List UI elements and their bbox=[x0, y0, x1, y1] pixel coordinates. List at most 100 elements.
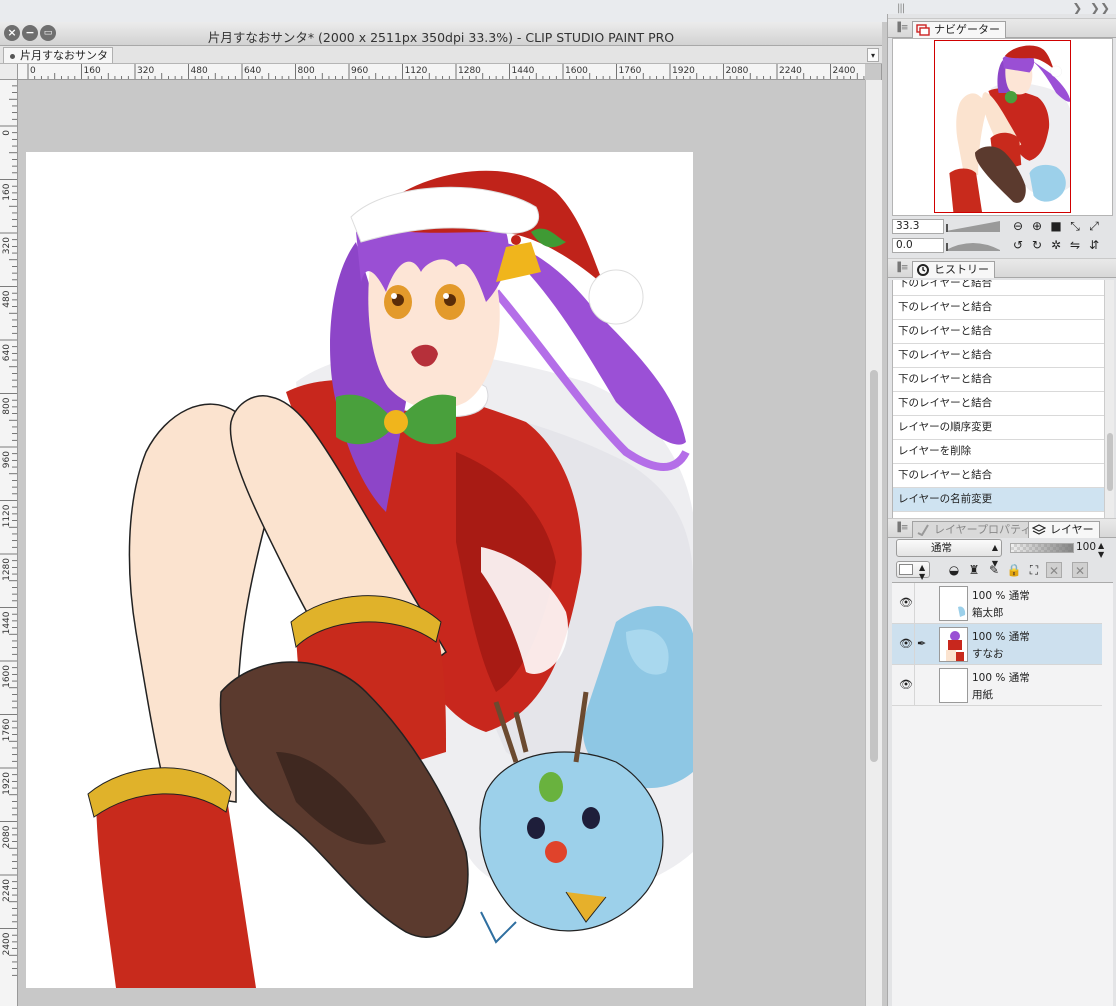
history-scrollbar[interactable] bbox=[1104, 280, 1114, 518]
opacity-slider[interactable] bbox=[1010, 543, 1074, 553]
ruler-label: 1760 bbox=[619, 66, 642, 76]
tab-layer-property-label: レイヤープロパティ bbox=[934, 523, 1032, 536]
tab-layer-label: レイヤー bbox=[1050, 523, 1094, 536]
history-item[interactable]: レイヤーを削除 bbox=[893, 440, 1104, 464]
document-tab[interactable]: 片月すなおサンタ* bbox=[3, 47, 113, 77]
layer-row[interactable]: 👁 100 % 通常 箱太郎 bbox=[892, 583, 1102, 624]
opacity-value[interactable]: 100 bbox=[1076, 541, 1096, 553]
zoom-out-icon[interactable]: ⊖ bbox=[1010, 218, 1026, 234]
zoom-in-icon[interactable]: ⊕ bbox=[1029, 218, 1045, 234]
history-icon bbox=[917, 264, 929, 276]
tab-navigator[interactable]: ナビゲーター bbox=[912, 21, 1006, 38]
clip-to-layer-icon[interactable]: ◒ bbox=[946, 562, 962, 578]
panel-menu-icon[interactable]: ▐≡ bbox=[894, 23, 908, 33]
panel-grip[interactable]: ||| bbox=[897, 3, 905, 14]
ruler-label: 2400 bbox=[2, 932, 12, 955]
history-scroll-thumb[interactable] bbox=[1107, 433, 1113, 491]
blend-mode-value: 通常 bbox=[931, 542, 952, 554]
navigator-tab-row: ▐≡ ナビゲーター bbox=[888, 18, 1116, 38]
tab-history[interactable]: ヒストリー bbox=[912, 261, 995, 278]
canvas-scroll-thumb[interactable] bbox=[870, 370, 878, 762]
reference-layer-icon[interactable]: ♜ bbox=[966, 562, 982, 578]
history-item[interactable]: レイヤーの名前変更 bbox=[893, 488, 1104, 512]
fit-width-icon[interactable]: ⤢ bbox=[1086, 218, 1102, 234]
ruler-label: 640 bbox=[244, 66, 261, 76]
ruler-corner bbox=[0, 64, 18, 80]
flip-horizontal-icon[interactable]: ⇋ bbox=[1067, 237, 1083, 253]
canvas-paper[interactable] bbox=[26, 152, 693, 988]
ruler-label: 1120 bbox=[405, 66, 428, 76]
history-item[interactable]: 下のレイヤーと結合 bbox=[893, 296, 1104, 320]
history-item[interactable]: 下のレイヤーと結合 bbox=[893, 392, 1104, 416]
layer-mode: 100 % 通常 bbox=[972, 672, 1030, 684]
layer-stack-icon bbox=[1032, 524, 1046, 535]
ruler-label: 1600 bbox=[565, 66, 588, 76]
ruler-label: 640 bbox=[2, 344, 12, 361]
layer-color-select[interactable]: ▲ ▼ bbox=[896, 561, 930, 581]
ruler-label: 480 bbox=[2, 290, 12, 307]
ruler-label: 1440 bbox=[512, 66, 535, 76]
history-item[interactable]: 下のレイヤーと結合 bbox=[893, 368, 1104, 392]
layer-name[interactable]: 用紙 bbox=[972, 687, 993, 702]
rotate-right-icon[interactable]: ↻ bbox=[1029, 237, 1045, 253]
lock-layer-icon[interactable]: 🔒 bbox=[1006, 562, 1022, 578]
layer-name[interactable]: すなお bbox=[972, 646, 1004, 661]
ruler-label: 480 bbox=[191, 66, 208, 76]
flip-vertical-icon[interactable]: ⇵ bbox=[1086, 237, 1102, 253]
horizontal-ruler: 0 160 320 480 640 800 960 1120 1280 1440 1600 1760 1… bbox=[18, 64, 865, 80]
layer-blend-row: 通常 ▲ ▼ 100 ▲ ▼ bbox=[892, 539, 1113, 568]
zoom-slider[interactable] bbox=[946, 221, 1000, 232]
fit-window-icon[interactable]: ⤡ bbox=[1067, 218, 1083, 234]
tab-layer-property[interactable]: レイヤープロパティ bbox=[912, 521, 1038, 538]
eye-icon[interactable]: 👁 bbox=[899, 596, 913, 609]
navigator-preview[interactable] bbox=[892, 38, 1113, 216]
layer-row-divider bbox=[914, 665, 915, 706]
opacity-stepper[interactable]: ▲ ▼ bbox=[1098, 541, 1104, 559]
right-panel: ▐≡ ナビゲーター 33.3 ⊖ ⊕ ■ ⤡ ⤢ 0.0 ↺ ↻ ✲ ⇋ ⇵ ▐… bbox=[887, 14, 1116, 1006]
tab-layer[interactable]: レイヤー bbox=[1028, 521, 1100, 538]
history-item[interactable]: 下のレイヤーと結合 bbox=[893, 280, 1104, 296]
document-tab-bar: 片月すなおサンタ* ▾ bbox=[0, 46, 882, 77]
ruler-label: 2240 bbox=[779, 66, 802, 76]
ruler-label: 960 bbox=[2, 451, 12, 468]
eye-icon[interactable]: 👁 bbox=[899, 637, 913, 650]
layer-tool-row: ▲ ▼ ◒ ♜ ✎ 🔒 ⛶ ✕ ✕ bbox=[892, 559, 1113, 581]
history-list: 下のレイヤーと結合 下のレイヤーと結合 下のレイヤーと結合 下のレイヤーと結合 下のレイ… bbox=[892, 280, 1104, 518]
canvas-vertical-scrollbar[interactable] bbox=[865, 80, 882, 1006]
ruler-label: 160 bbox=[2, 183, 12, 200]
rotation-input[interactable]: 0.0 bbox=[892, 238, 944, 253]
actual-size-icon[interactable]: ■ bbox=[1048, 218, 1064, 234]
history-item[interactable]: 下のレイヤーと結合 bbox=[893, 320, 1104, 344]
show-mask-area-icon[interactable]: ✕ bbox=[1072, 562, 1088, 578]
layer-name[interactable]: 箱太郎 bbox=[972, 605, 1004, 620]
tab-menu-button[interactable]: ▾ bbox=[867, 48, 879, 62]
navigator-viewport-frame[interactable] bbox=[934, 40, 1071, 213]
panel-menu-icon[interactable]: ▐≡ bbox=[894, 523, 908, 533]
canvas-area[interactable] bbox=[18, 80, 865, 1006]
layer-row[interactable]: 👁 100 % 通常 用紙 bbox=[892, 665, 1102, 706]
modified-dot-icon bbox=[10, 53, 15, 59]
horizontal-ruler-ticks: 0 160 320 480 640 800 960 1120 1280 1440 1600 1760 1… bbox=[27, 64, 865, 79]
layer-mode: 100 % 通常 bbox=[972, 631, 1030, 643]
zoom-input[interactable]: 33.3 bbox=[892, 219, 944, 234]
lock-transparency-icon[interactable]: ⛶ bbox=[1026, 562, 1042, 578]
rotate-left-icon[interactable]: ↺ bbox=[1010, 237, 1026, 253]
history-item[interactable]: レイヤーの順序変更 bbox=[893, 416, 1104, 440]
panel-menu-icon[interactable]: ▐≡ bbox=[894, 263, 908, 273]
ruler-label: 960 bbox=[351, 66, 368, 76]
draft-layer-icon[interactable]: ✎ bbox=[986, 562, 1002, 578]
window-title: 片月すなおサンタ* (2000 x 2511px 350dpi 33.3%) -… bbox=[207, 30, 675, 45]
ruler-label: 320 bbox=[2, 237, 12, 254]
enable-mask-icon[interactable]: ✕ bbox=[1046, 562, 1062, 578]
blend-mode-select[interactable]: 通常 ▲ ▼ bbox=[896, 539, 1002, 568]
vertical-ruler: 0 160 320 480 640 800 960 1120 1280 1440 1600 1760 1… bbox=[0, 80, 18, 1006]
layer-row[interactable]: 👁 ✒ 100 % 通常 すなお bbox=[892, 624, 1102, 665]
rotation-slider[interactable] bbox=[946, 240, 1000, 251]
reset-rotation-icon[interactable]: ✲ bbox=[1048, 237, 1064, 253]
rotate-buttons: ↺ ↻ ✲ ⇋ ⇵ bbox=[1010, 237, 1105, 253]
ruler-label: 1280 bbox=[2, 558, 12, 581]
eye-icon[interactable]: 👁 bbox=[899, 678, 913, 691]
history-item[interactable]: 下のレイヤーと結合 bbox=[893, 344, 1104, 368]
panel-collapse-arrows[interactable]: ❯ ❯❯ bbox=[1072, 1, 1110, 15]
history-item[interactable]: 下のレイヤーと結合 bbox=[893, 464, 1104, 488]
